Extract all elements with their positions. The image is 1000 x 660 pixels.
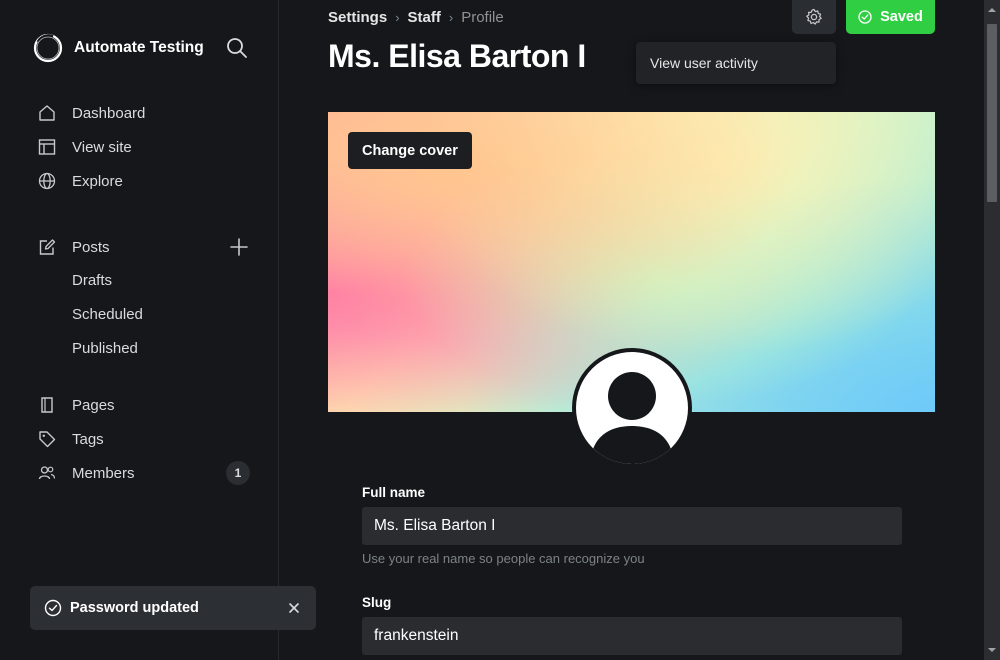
site-logo-icon [33,33,63,63]
tag-icon [39,431,56,448]
home-icon [39,105,55,121]
change-cover-button[interactable]: Change cover [348,132,472,169]
brand-name: Automate Testing [74,39,204,56]
gear-icon [806,8,822,25]
profile-avatar[interactable] [572,348,692,468]
check-circle-icon [858,10,872,24]
full-name-label: Full name [362,485,426,500]
main-content: Settings › Staff › Profile Ms. Elisa Bar… [280,0,984,660]
saved-button-label: Saved [880,9,923,25]
breadcrumb-staff[interactable]: Staff [408,9,441,26]
sidebar-item-label: Members [72,464,135,482]
brand[interactable]: Automate Testing [33,33,204,63]
menu-item-view-user-activity[interactable]: View user activity [650,55,758,71]
members-count-badge: 1 [226,461,250,485]
sidebar-subitem-drafts[interactable]: Drafts [72,272,112,289]
sidebar-item-label: View site [72,138,132,156]
edit-icon [39,239,56,255]
members-icon [38,466,56,480]
settings-dropdown-menu: View user activity [636,42,836,84]
slug-label: Slug [362,595,392,610]
search-icon[interactable] [226,37,248,59]
sidebar-item-label: Pages [72,396,115,414]
scrollbar-thumb[interactable] [987,24,997,202]
sidebar-subitem-scheduled[interactable]: Scheduled [72,306,143,323]
sidebar-item-members[interactable]: Members [38,461,135,485]
sidebar: Automate Testing Dashboard View site Exp… [0,0,316,660]
full-name-hint: Use your real name so people can recogni… [362,551,645,566]
sidebar-item-label: Posts [72,238,110,256]
page-icon [41,397,53,413]
settings-menu-button[interactable] [792,0,836,34]
full-name-input[interactable] [362,507,902,545]
sidebar-item-view-site[interactable]: View site [38,135,132,159]
page-title: Ms. Elisa Barton I [328,38,586,74]
sidebar-item-label: Explore [72,172,123,190]
chevron-right-icon: › [395,10,400,25]
chevron-right-icon: › [448,10,454,25]
sidebar-item-label: Tags [72,430,104,448]
sidebar-item-tags[interactable]: Tags [38,427,104,451]
breadcrumb-profile: Profile [461,9,504,26]
check-circle-icon [44,599,62,617]
sidebar-item-posts[interactable]: Posts [38,235,110,259]
vertical-scrollbar[interactable] [984,0,1000,660]
saved-button[interactable]: Saved [846,0,935,34]
breadcrumb-settings[interactable]: Settings [328,9,387,26]
layout-icon [38,139,56,155]
scroll-down-icon[interactable] [988,646,996,654]
add-post-icon[interactable] [229,237,249,257]
sidebar-item-label: Dashboard [72,104,146,122]
toast-notification: Password updated [30,586,316,630]
sidebar-item-explore[interactable]: Explore [38,169,123,193]
breadcrumb: Settings › Staff › Profile [328,9,504,26]
sidebar-subitem-published[interactable]: Published [72,340,138,357]
scroll-up-icon[interactable] [988,6,996,14]
avatar-placeholder-icon [576,352,688,464]
slug-input[interactable] [362,617,902,655]
sidebar-item-pages[interactable]: Pages [38,393,115,417]
toast-message: Password updated [70,600,199,616]
globe-icon [38,172,56,190]
sidebar-item-dashboard[interactable]: Dashboard [38,101,145,125]
